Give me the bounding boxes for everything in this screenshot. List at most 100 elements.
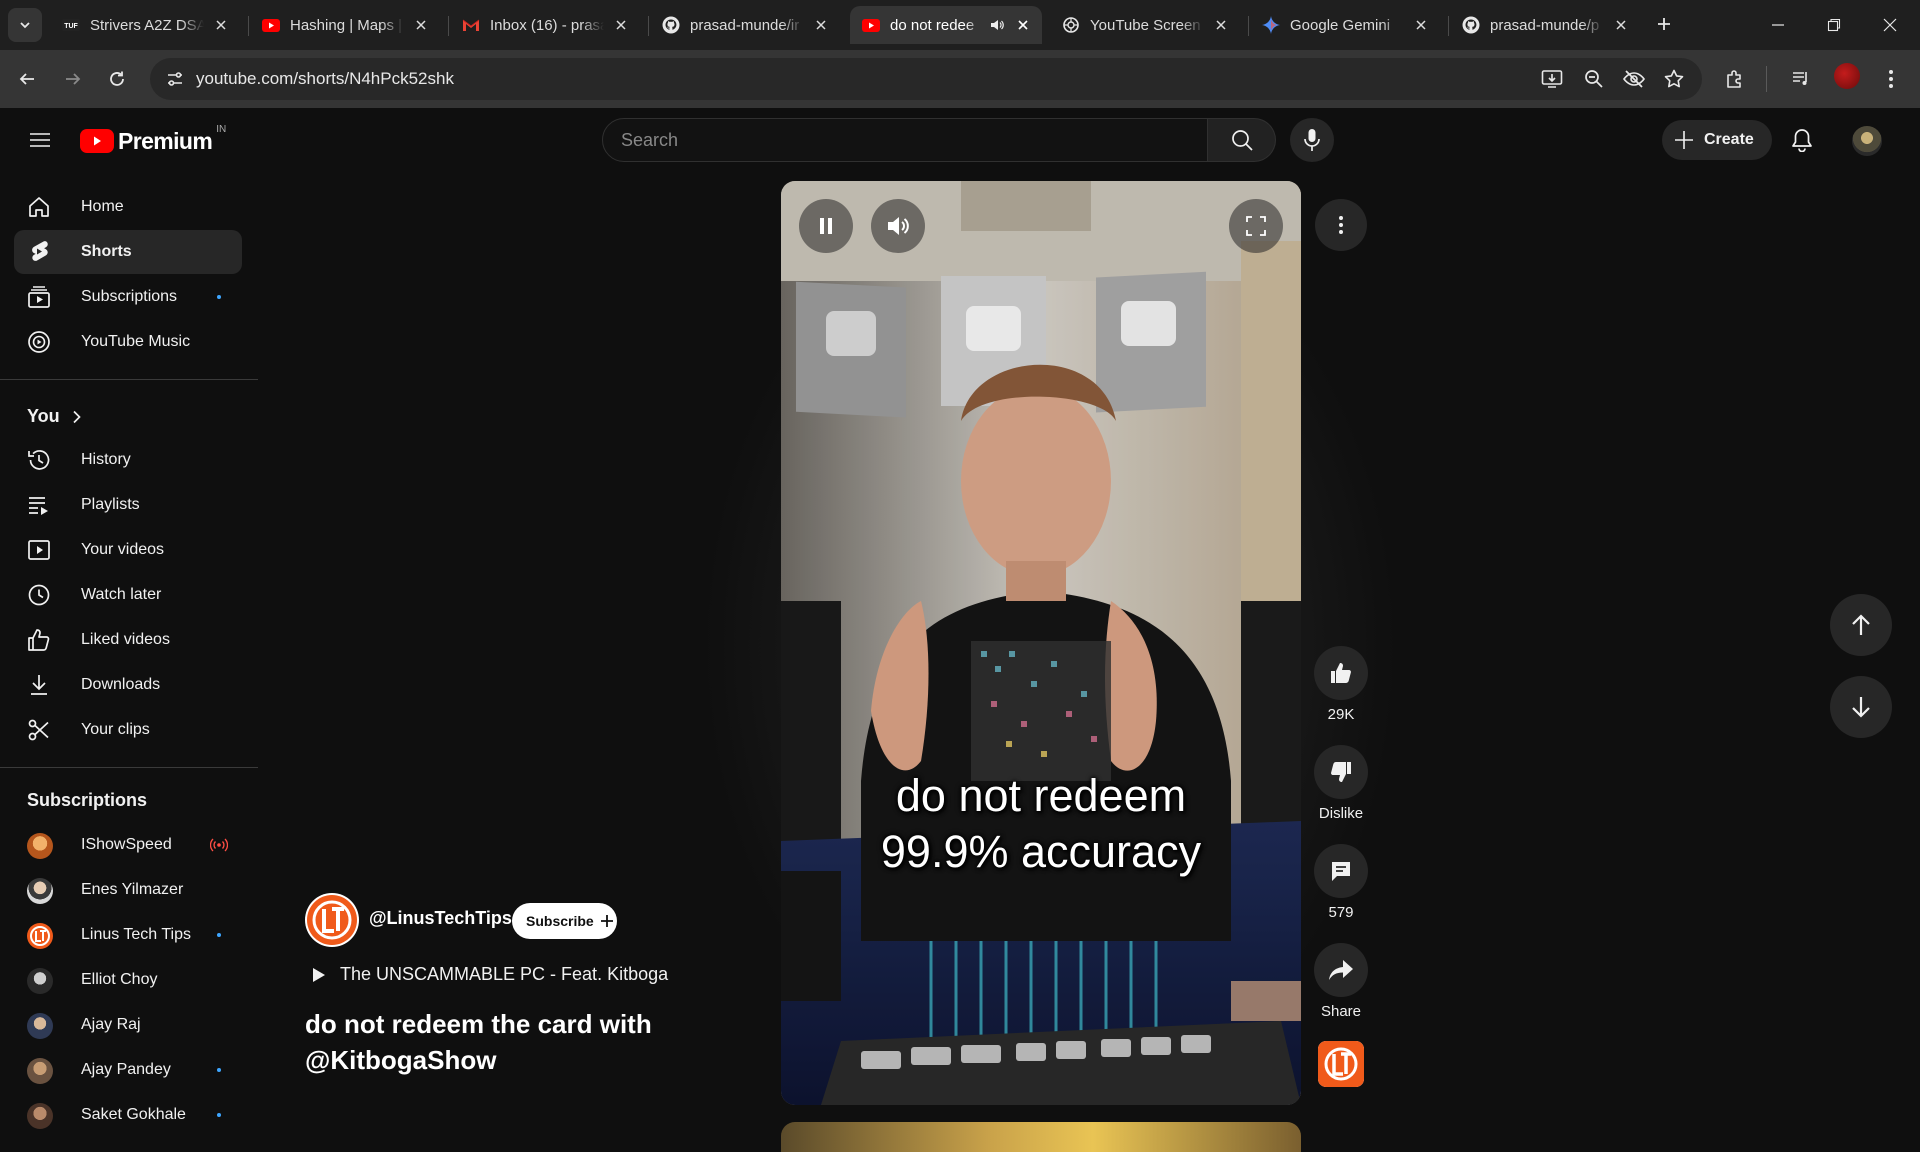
like-button[interactable] [1314, 646, 1368, 700]
search-box[interactable] [602, 118, 1208, 162]
sidebar-item-watch-later[interactable]: Watch later [14, 573, 242, 617]
close-icon[interactable] [1212, 16, 1230, 34]
plus-icon [1658, 18, 1670, 30]
close-icon[interactable] [1014, 16, 1032, 34]
pause-button[interactable] [799, 199, 853, 253]
browser-tab-6[interactable]: YouTube Screen [1050, 6, 1240, 44]
extensions-button[interactable] [1718, 62, 1752, 96]
guide-menu-button[interactable] [24, 124, 56, 156]
queue-music-icon [1793, 72, 1807, 85]
channel-avatar[interactable] [305, 893, 359, 947]
minimize-button[interactable] [1750, 0, 1806, 50]
sidebar-item-playlists[interactable]: Playlists [14, 483, 242, 527]
address-bar[interactable]: youtube.com/shorts/N4hPck52shk [150, 58, 1702, 100]
mute-button[interactable] [871, 199, 925, 253]
channel-avatar [27, 878, 53, 904]
browser-tab-3[interactable]: Inbox (16) - prasa [450, 6, 640, 44]
site-info-button[interactable] [160, 64, 190, 94]
rail-channel-avatar[interactable] [1318, 1041, 1364, 1087]
close-icon[interactable] [212, 16, 230, 34]
sidebar-channel-ajay-pandey[interactable]: Ajay Pandey [14, 1048, 242, 1092]
shorts-video-player[interactable]: do not redeem 99.9% accuracy [781, 181, 1301, 1105]
sidebar-item-your-videos[interactable]: Your videos [14, 528, 242, 572]
media-controls-button[interactable] [1784, 62, 1818, 96]
search-button[interactable] [1208, 118, 1276, 162]
browser-tab-8[interactable]: prasad-munde/p [1450, 6, 1640, 44]
sidebar-item-your-clips[interactable]: Your clips [14, 708, 242, 752]
next-short-preview[interactable] [781, 1122, 1301, 1152]
comments-button[interactable] [1314, 844, 1368, 898]
share-button[interactable] [1314, 943, 1368, 997]
forward-button[interactable] [56, 62, 90, 96]
zoom-button[interactable] [1582, 67, 1606, 91]
sidebar-section-you[interactable]: You [27, 406, 82, 427]
sidebar-item-downloads[interactable]: Downloads [14, 663, 242, 707]
close-icon[interactable] [612, 16, 630, 34]
more-actions-button[interactable] [1315, 199, 1367, 251]
sidebar-channel-ishowspeed[interactable]: IShowSpeed [14, 823, 242, 867]
account-avatar[interactable] [1852, 126, 1882, 156]
create-button[interactable]: Create [1662, 120, 1772, 160]
url-text[interactable]: youtube.com/shorts/N4hPck52shk [196, 69, 454, 89]
browser-tab-1[interactable]: TUF Strivers A2Z DSA [50, 6, 240, 44]
sidebar-item-history[interactable]: History [14, 438, 242, 482]
notifications-button[interactable] [1786, 124, 1818, 156]
sidebar-channel-elliot-choy[interactable]: Elliot Choy [14, 958, 242, 1002]
sidebar-section-subscriptions: Subscriptions [27, 790, 148, 810]
next-short-button[interactable] [1830, 676, 1892, 738]
dislike-label: Dislike [1318, 805, 1364, 822]
subscribe-button[interactable]: Subscribe [512, 903, 617, 939]
new-tab-button[interactable] [1652, 12, 1676, 36]
sidebar-item-youtube-music[interactable]: YouTube Music [14, 320, 242, 364]
page-scrollbar[interactable] [1912, 172, 1918, 1140]
search-input[interactable] [603, 119, 1207, 161]
back-button[interactable] [10, 62, 44, 96]
eye-off-icon [1623, 70, 1645, 88]
close-icon[interactable] [812, 16, 830, 34]
youtube-icon [862, 16, 880, 34]
youtube-music-icon [27, 330, 51, 354]
sidebar-channel-saket-gokhale[interactable]: Saket Gokhale [14, 1093, 242, 1137]
sidebar-item-subscriptions[interactable]: Subscriptions [14, 275, 242, 319]
sidebar-channel-linus-tech-tips[interactable]: Linus Tech Tips [14, 913, 242, 957]
restore-button[interactable] [1806, 0, 1862, 50]
related-video-link[interactable]: The UNSCAMMABLE PC - Feat. Kitboga [312, 964, 668, 985]
close-icon[interactable] [1612, 16, 1630, 34]
dislike-button[interactable] [1314, 745, 1368, 799]
close-window-button[interactable] [1862, 0, 1918, 50]
profile-avatar[interactable] [1834, 63, 1860, 89]
sidebar-channel-ajay-raj[interactable]: Ajay Raj [14, 1003, 242, 1047]
zoom-out-icon [1585, 70, 1603, 88]
channel-name[interactable]: @LinusTechTips [369, 908, 512, 929]
comment-icon [1332, 862, 1350, 881]
bookmark-button[interactable] [1662, 67, 1686, 91]
video-caption-overlay: do not redeem 99.9% accuracy [880, 770, 1202, 877]
sidebar-channel-enes-yilmazer[interactable]: Enes Yilmazer [14, 868, 242, 912]
chevron-right-icon [73, 410, 81, 423]
close-icon[interactable] [1412, 16, 1430, 34]
browser-tab-4[interactable]: prasad-munde/ir [650, 6, 840, 44]
github-icon [662, 16, 680, 34]
tab-search-button[interactable] [8, 8, 42, 42]
sidebar-item-liked-videos[interactable]: Liked videos [14, 618, 242, 662]
youtube-premium-logo[interactable]: Premium IN [80, 124, 226, 156]
tracking-protection-button[interactable] [1622, 67, 1646, 91]
new-content-dot [217, 1068, 221, 1072]
previous-short-button[interactable] [1830, 594, 1892, 656]
reload-button[interactable] [100, 62, 134, 96]
chrome-menu-button[interactable] [1874, 62, 1908, 96]
channel-avatar [27, 1013, 53, 1039]
browser-tab-7[interactable]: Google Gemini [1250, 6, 1440, 44]
speaker-icon[interactable] [988, 16, 1006, 34]
fullscreen-button[interactable] [1229, 199, 1283, 253]
guide-sidebar: Home Shorts Subscriptions YouTube Music … [0, 172, 258, 1140]
more-vert-icon [1339, 216, 1343, 234]
install-app-button[interactable] [1540, 67, 1564, 91]
sidebar-item-shorts[interactable]: Shorts [14, 230, 242, 274]
arrow-up-icon [1852, 614, 1870, 635]
browser-tab-2[interactable]: Hashing | Maps | [250, 6, 440, 44]
voice-search-button[interactable] [1290, 118, 1334, 162]
sidebar-item-home[interactable]: Home [14, 185, 242, 229]
browser-tab-active[interactable]: do not redee [850, 6, 1042, 44]
close-icon[interactable] [412, 16, 430, 34]
